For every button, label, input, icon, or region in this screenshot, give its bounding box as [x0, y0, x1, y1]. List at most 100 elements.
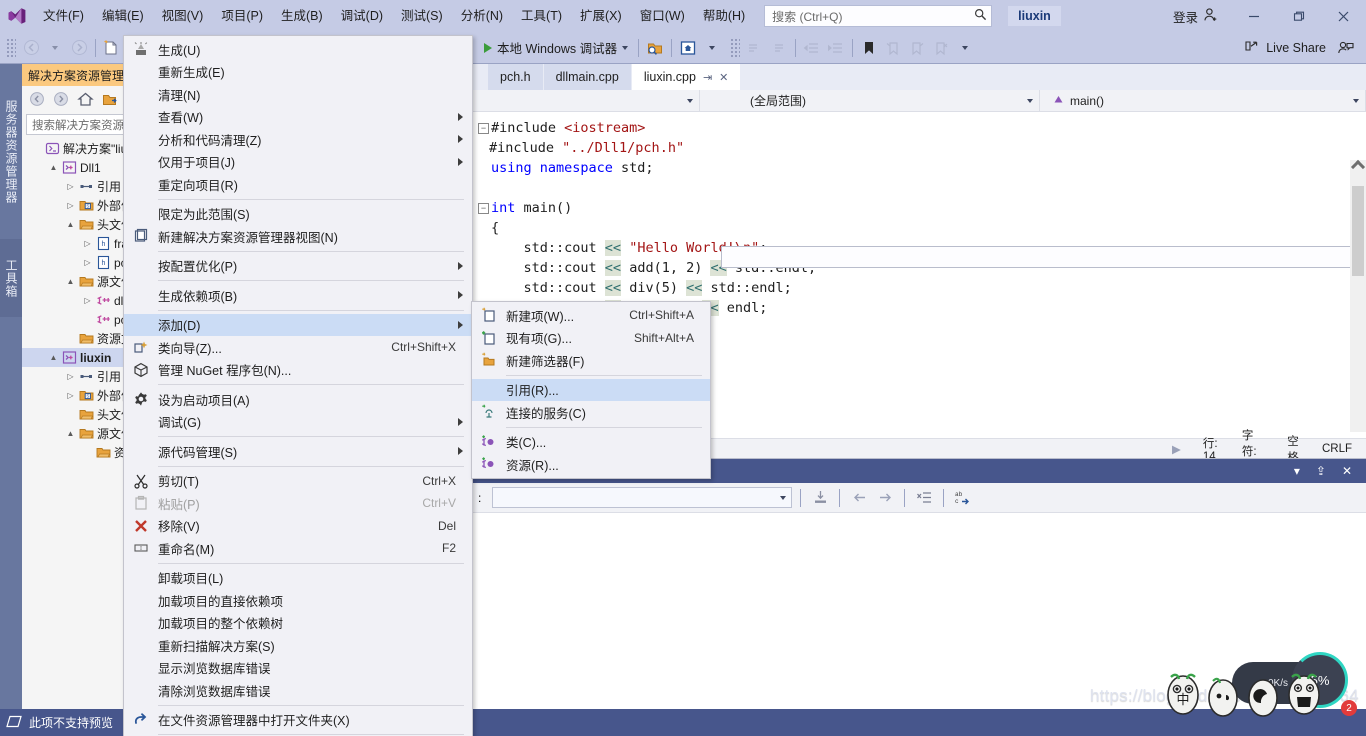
- increase-indent-icon[interactable]: [824, 36, 848, 60]
- menu-item[interactable]: 生成依赖项(B): [124, 284, 472, 307]
- menu-item[interactable]: 类向导(Z)... Ctrl+Shift+X: [124, 336, 472, 359]
- desktop-pet-4[interactable]: [1284, 665, 1324, 717]
- menu-item[interactable]: 类(C)...: [472, 431, 710, 454]
- menu-item[interactable]: 重定向项目(R): [124, 173, 472, 196]
- account-name[interactable]: liuxin: [1008, 6, 1061, 26]
- menu-edit[interactable]: 编辑(E): [93, 3, 153, 29]
- menu-item[interactable]: 剪切(T) Ctrl+X: [124, 470, 472, 493]
- inline-edit-box[interactable]: [721, 246, 1351, 268]
- minimize-button[interactable]: [1231, 0, 1276, 32]
- toolbar-overflow-2-icon[interactable]: [953, 36, 977, 60]
- se-back-icon[interactable]: [26, 88, 48, 110]
- tree-twisty-icon[interactable]: ▷: [81, 258, 94, 267]
- toolbar-overflow-icon[interactable]: [700, 36, 724, 60]
- scrollbar-thumb[interactable]: [1352, 186, 1364, 276]
- menu-extensions[interactable]: 扩展(X): [571, 3, 631, 29]
- menu-item[interactable]: 查看(W): [124, 106, 472, 129]
- tree-twisty-icon[interactable]: ▷: [81, 239, 94, 248]
- live-share-button[interactable]: Live Share: [1236, 38, 1334, 57]
- clear-all-icon[interactable]: [913, 487, 935, 509]
- fold-toggle-icon-2[interactable]: −: [478, 202, 489, 214]
- vertical-tab-server-explorer[interactable]: 服务器资源管理器: [0, 64, 23, 239]
- bottom-window-combo[interactable]: [492, 487, 792, 508]
- tree-twisty-icon[interactable]: ▲: [47, 353, 60, 362]
- menu-item[interactable]: 源代码管理(S): [124, 440, 472, 463]
- tree-twisty-icon[interactable]: ▷: [64, 182, 77, 191]
- find-in-files-icon[interactable]: [643, 36, 667, 60]
- navigate-forward-icon[interactable]: [67, 36, 91, 60]
- se-forward-icon[interactable]: [50, 88, 72, 110]
- menu-item[interactable]: 设为启动项目(A): [124, 388, 472, 411]
- uncomment-icon[interactable]: [767, 36, 791, 60]
- menu-item[interactable]: 新建项(W)... Ctrl+Shift+A: [472, 304, 710, 327]
- menu-item[interactable]: 引用(R)...: [472, 378, 710, 401]
- menu-item[interactable]: 资源(R)...: [472, 453, 710, 476]
- navigate-back-dropdown-icon[interactable]: [43, 36, 67, 60]
- tree-twisty-icon[interactable]: ▲: [47, 163, 60, 172]
- sign-in-button[interactable]: 登录: [1161, 7, 1231, 26]
- feedback-icon[interactable]: [1334, 36, 1358, 60]
- fold-toggle-icon[interactable]: −: [478, 122, 489, 134]
- tree-twisty-icon[interactable]: ▷: [64, 391, 77, 400]
- bottom-window-pin-icon[interactable]: ⇪: [1308, 464, 1334, 478]
- menu-item[interactable]: 连接的服务(C): [472, 401, 710, 424]
- menu-view[interactable]: 视图(V): [153, 3, 213, 29]
- bottom-window-dropdown-icon[interactable]: ▾: [1286, 464, 1308, 478]
- menu-item[interactable]: 重新扫描解决方案(S): [124, 634, 472, 657]
- menu-item[interactable]: 加载项目的直接依赖项: [124, 589, 472, 612]
- se-home-icon[interactable]: [74, 88, 96, 110]
- menu-item[interactable]: 按配置优化(P): [124, 255, 472, 278]
- debug-target-dropdown-icon[interactable]: [622, 45, 629, 50]
- menu-item[interactable]: 新建解决方案资源管理器视图(N): [124, 225, 472, 248]
- quick-search-input[interactable]: 搜索 (Ctrl+Q): [764, 5, 993, 27]
- close-icon[interactable]: ✕: [719, 71, 728, 84]
- navbar-project-combo[interactable]: [472, 89, 700, 112]
- step-into-icon[interactable]: [809, 487, 831, 509]
- menu-item[interactable]: 生成(U): [124, 38, 472, 61]
- menu-item[interactable]: 卸载项目(L): [124, 567, 472, 590]
- menu-item[interactable]: 限定为此范围(S): [124, 203, 472, 226]
- vertical-tab-toolbox[interactable]: 工具箱: [0, 239, 23, 317]
- clear-bookmarks-icon[interactable]: [929, 36, 953, 60]
- tree-twisty-icon[interactable]: ▷: [64, 201, 77, 210]
- home-window-icon[interactable]: [676, 36, 700, 60]
- menu-item[interactable]: 移除(V) Del: [124, 515, 472, 538]
- start-debugging-button[interactable]: 本地 Windows 调试器: [478, 38, 634, 57]
- decrease-indent-icon[interactable]: [800, 36, 824, 60]
- menu-item[interactable]: 新建筛选器(F): [472, 349, 710, 372]
- menu-help[interactable]: 帮助(H): [694, 3, 754, 29]
- navbar-scope-combo[interactable]: (全局范围): [700, 89, 1040, 112]
- next-icon[interactable]: [874, 487, 896, 509]
- menu-window[interactable]: 窗口(W): [631, 3, 694, 29]
- desktop-pet-2[interactable]: [1203, 668, 1243, 720]
- menu-item[interactable]: 调试(G): [124, 411, 472, 434]
- menu-item[interactable]: 清理(N): [124, 83, 472, 106]
- navbar-member-combo[interactable]: main(): [1040, 89, 1366, 112]
- menu-item[interactable]: 加载项目的整个依赖树: [124, 612, 472, 635]
- menu-test[interactable]: 测试(S): [392, 3, 452, 29]
- menu-item[interactable]: 在文件资源管理器中打开文件夹(X): [124, 709, 472, 732]
- close-button[interactable]: [1321, 0, 1366, 32]
- scroll-up-icon[interactable]: [1350, 159, 1366, 175]
- menu-debug[interactable]: 调试(D): [332, 3, 392, 29]
- bottom-window-close-icon[interactable]: ✕: [1334, 464, 1360, 478]
- toolbar-grip[interactable]: [6, 37, 16, 58]
- editor-vertical-scrollbar[interactable]: [1350, 159, 1366, 432]
- menu-item[interactable]: 添加(D): [124, 313, 472, 336]
- menu-item[interactable]: 分析和代码清理(Z): [124, 128, 472, 151]
- desktop-pet-3[interactable]: [1243, 668, 1283, 720]
- tree-twisty-icon[interactable]: ▷: [64, 372, 77, 381]
- toolbar-grip-2[interactable]: [730, 37, 741, 58]
- menu-file[interactable]: 文件(F): [34, 3, 93, 29]
- new-project-icon[interactable]: [100, 36, 124, 60]
- menu-item[interactable]: I 重命名(M) F2: [124, 537, 472, 560]
- desktop-pet-1[interactable]: 中: [1163, 665, 1203, 717]
- menu-build[interactable]: 生成(B): [272, 3, 332, 29]
- se-pending-changes-icon[interactable]: [98, 88, 120, 110]
- menu-project[interactable]: 项目(P): [212, 3, 272, 29]
- editor-tab-liuxin-cpp[interactable]: liuxin.cpp ⇥ ✕: [631, 64, 741, 90]
- previous-icon[interactable]: [848, 487, 870, 509]
- editor-tab-dllmain-cpp[interactable]: dllmain.cpp: [543, 64, 631, 90]
- toggle-bookmark-icon[interactable]: [857, 36, 881, 60]
- tree-twisty-icon[interactable]: ▲: [64, 220, 77, 229]
